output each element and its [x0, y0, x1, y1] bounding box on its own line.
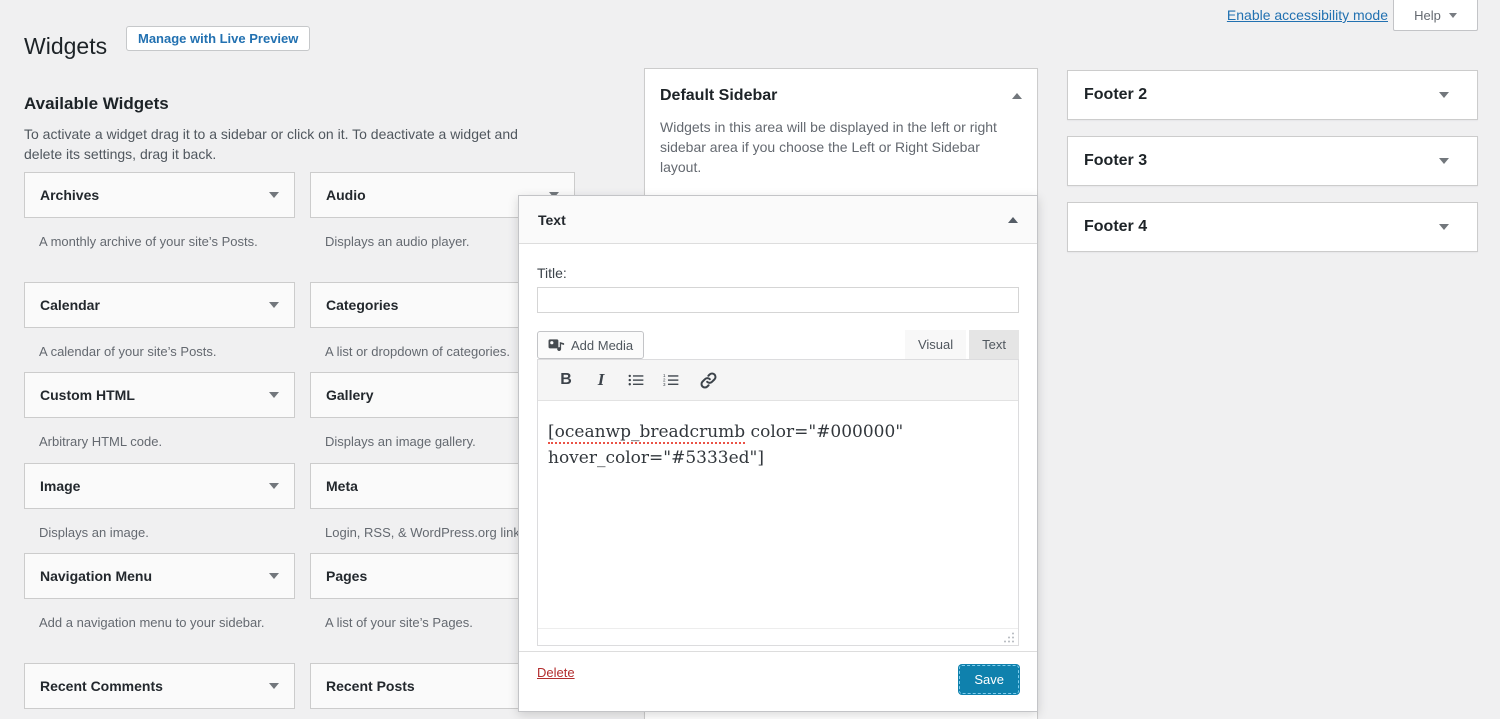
widget-description: Add a navigation menu to your sidebar. [24, 599, 295, 633]
page-title: Widgets [24, 33, 107, 60]
add-media-label: Add Media [571, 338, 633, 353]
available-widgets-description: To activate a widget drag it to a sideba… [24, 124, 524, 164]
add-media-button[interactable]: Add Media [537, 331, 644, 359]
chevron-down-icon [1449, 13, 1457, 18]
widget-title: Gallery [326, 387, 373, 403]
widget-card-navigation-menu: Navigation Menu Add a navigation menu to… [24, 553, 295, 633]
misspelled-word: [oceanwp_breadcrumb [548, 422, 745, 444]
text-widget-editor: Text Title: Add Media Visual Text [518, 195, 1038, 712]
link-button[interactable] [698, 371, 718, 390]
sidebar-name: Footer 3 [1084, 152, 1147, 170]
content-line: hover_color="#5333ed"] [548, 445, 1006, 471]
widget-title: Categories [326, 297, 398, 313]
chevron-up-icon[interactable] [1012, 93, 1022, 99]
enable-accessibility-link[interactable]: Enable accessibility mode [1227, 7, 1388, 23]
widget-title: Archives [40, 187, 99, 203]
sidebar-footer-2-panel[interactable]: Footer 2 [1067, 70, 1478, 120]
sidebar-footer-4-panel[interactable]: Footer 4 [1067, 202, 1478, 252]
chevron-down-icon[interactable] [269, 392, 279, 398]
widget-title: Recent Posts [326, 678, 415, 694]
widget-card-title-bar[interactable]: Navigation Menu [24, 553, 295, 599]
chevron-up-icon[interactable] [1008, 217, 1018, 223]
tab-visual[interactable]: Visual [905, 330, 966, 359]
text-widget-header[interactable]: Text [519, 196, 1037, 244]
content-text: color="#000000" [745, 422, 903, 442]
manage-live-preview-button[interactable]: Manage with Live Preview [126, 26, 310, 51]
editor-toolbar: B I [538, 360, 1018, 401]
bold-icon: B [560, 371, 572, 389]
widget-description: Arbitrary HTML code. [24, 418, 295, 452]
widget-description: Displays an image. [24, 509, 295, 543]
widget-description: A calendar of your site’s Posts. [24, 328, 295, 362]
delete-link[interactable]: Delete [537, 665, 575, 680]
numbered-list-button[interactable]: 1 2 3 [663, 372, 679, 388]
chevron-down-icon[interactable] [269, 483, 279, 489]
help-label: Help [1414, 8, 1441, 23]
widget-title: Image [40, 478, 80, 494]
tab-text[interactable]: Text [969, 330, 1019, 359]
bulleted-list-icon [628, 372, 644, 388]
title-input[interactable] [537, 287, 1019, 313]
widget-card-title-bar[interactable]: Archives [24, 172, 295, 218]
widget-card-title-bar[interactable]: Calendar [24, 282, 295, 328]
widget-description: A monthly archive of your site’s Posts. [24, 218, 295, 252]
link-icon [699, 371, 718, 390]
widget-title: Recent Comments [40, 678, 163, 694]
editor-frame: B I [537, 359, 1019, 646]
text-widget-body: Title: Add Media Visual Text [519, 265, 1037, 646]
content-line: [oceanwp_breadcrumb color="#000000" [548, 419, 1006, 445]
widget-title: Pages [326, 568, 367, 584]
widgets-admin-page: Widgets Manage with Live Preview Enable … [0, 0, 1500, 719]
chevron-down-icon[interactable] [1439, 158, 1449, 164]
widget-actions: Delete Save [519, 651, 1037, 694]
sidebar-header[interactable]: Default Sidebar [645, 69, 1037, 105]
svg-text:3: 3 [663, 382, 666, 387]
help-button[interactable]: Help [1393, 0, 1478, 31]
widget-card-image: Image Displays an image. [24, 463, 295, 543]
sidebar-name: Footer 2 [1084, 86, 1147, 104]
save-button[interactable]: Save [959, 665, 1019, 694]
widget-title: Audio [326, 187, 366, 203]
chevron-down-icon[interactable] [269, 683, 279, 689]
widget-card-archives: Archives A monthly archive of your site’… [24, 172, 295, 252]
widget-card-calendar: Calendar A calendar of your site’s Posts… [24, 282, 295, 362]
resize-grip-icon[interactable] [1003, 631, 1015, 643]
title-field-label: Title: [537, 265, 1019, 281]
widget-card-title-bar[interactable]: Recent Comments [24, 663, 295, 709]
widget-title: Custom HTML [40, 387, 135, 403]
widget-title: Calendar [40, 297, 100, 313]
chevron-down-icon[interactable] [1439, 224, 1449, 230]
sidebar-name: Default Sidebar [660, 87, 777, 105]
numbered-list-icon: 1 2 3 [663, 372, 679, 388]
available-widgets-heading: Available Widgets [24, 94, 169, 114]
text-widget-title: Text [538, 212, 566, 228]
chevron-down-icon[interactable] [269, 302, 279, 308]
sidebar-description: Widgets in this area will be displayed i… [645, 105, 1037, 177]
widget-card-recent-comments: Recent Comments [24, 663, 295, 709]
textarea-resize-strip [538, 628, 1018, 645]
widget-title: Navigation Menu [40, 568, 152, 584]
bold-button[interactable]: B [558, 371, 574, 389]
chevron-down-icon[interactable] [1439, 92, 1449, 98]
widget-card-custom-html: Custom HTML Arbitrary HTML code. [24, 372, 295, 452]
sidebar-name: Footer 4 [1084, 218, 1147, 236]
sidebar-footer-3-panel[interactable]: Footer 3 [1067, 136, 1478, 186]
italic-button[interactable]: I [593, 370, 609, 390]
chevron-down-icon[interactable] [269, 573, 279, 579]
italic-icon: I [598, 370, 605, 390]
widget-card-title-bar[interactable]: Image [24, 463, 295, 509]
add-media-icon [548, 338, 565, 353]
editor-top-row: Add Media Visual Text [537, 330, 1019, 359]
chevron-down-icon[interactable] [269, 192, 279, 198]
widget-text-content[interactable]: [oceanwp_breadcrumb color="#000000" hove… [538, 401, 1018, 628]
bulleted-list-button[interactable] [628, 372, 644, 388]
widget-title: Meta [326, 478, 358, 494]
widget-card-title-bar[interactable]: Custom HTML [24, 372, 295, 418]
editor-mode-tabs: Visual Text [905, 330, 1019, 359]
